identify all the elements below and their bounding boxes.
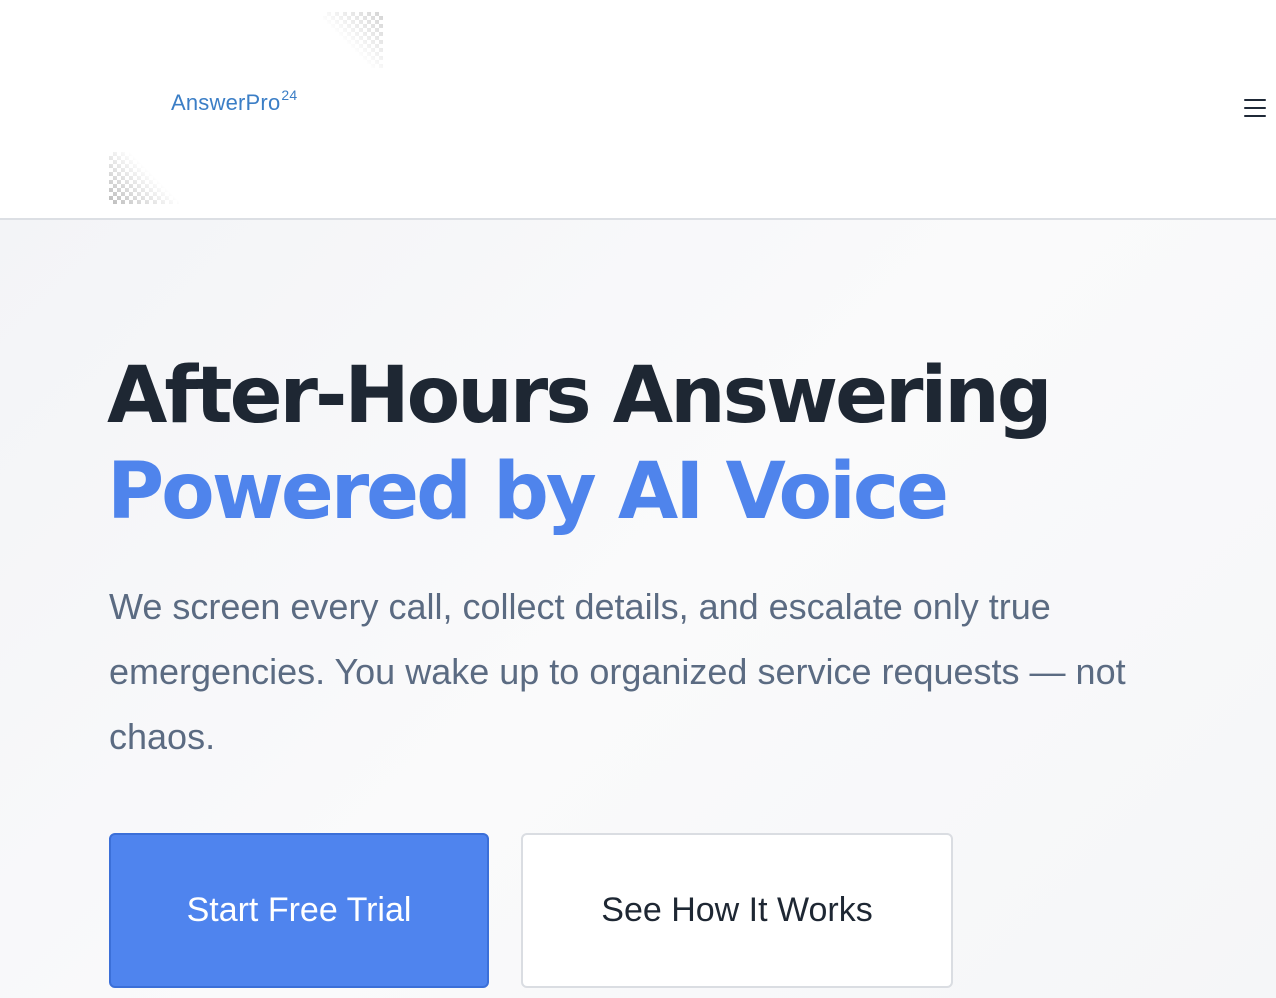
hero-section: After-Hours Answering Powered by AI Voic… — [0, 220, 1276, 998]
menu-bar — [1244, 115, 1266, 117]
logo-wordmark: AnswerPro24 — [171, 87, 298, 116]
see-how-it-works-button[interactable]: See How It Works — [521, 833, 953, 988]
menu-bar — [1244, 99, 1266, 101]
logo-transparency-pattern — [323, 12, 383, 68]
start-free-trial-button[interactable]: Start Free Trial — [109, 833, 489, 988]
site-header: AnswerPro24 — [0, 0, 1276, 220]
logo-name: AnswerPro — [171, 90, 281, 115]
hamburger-menu-icon[interactable] — [1240, 96, 1268, 120]
menu-bar — [1244, 107, 1266, 109]
hero-subtitle: We screen every call, collect details, a… — [109, 586, 1126, 757]
hero-title-line2: Powered by AI Voice — [107, 447, 949, 537]
hero-title-line1: After-Hours Answering — [107, 351, 1053, 441]
logo-superscript: 24 — [281, 87, 298, 103]
hero-title: After-Hours Answering Powered by AI Voic… — [107, 348, 1053, 540]
logo-transparency-pattern — [109, 152, 179, 204]
logo[interactable]: AnswerPro24 — [109, 12, 383, 204]
